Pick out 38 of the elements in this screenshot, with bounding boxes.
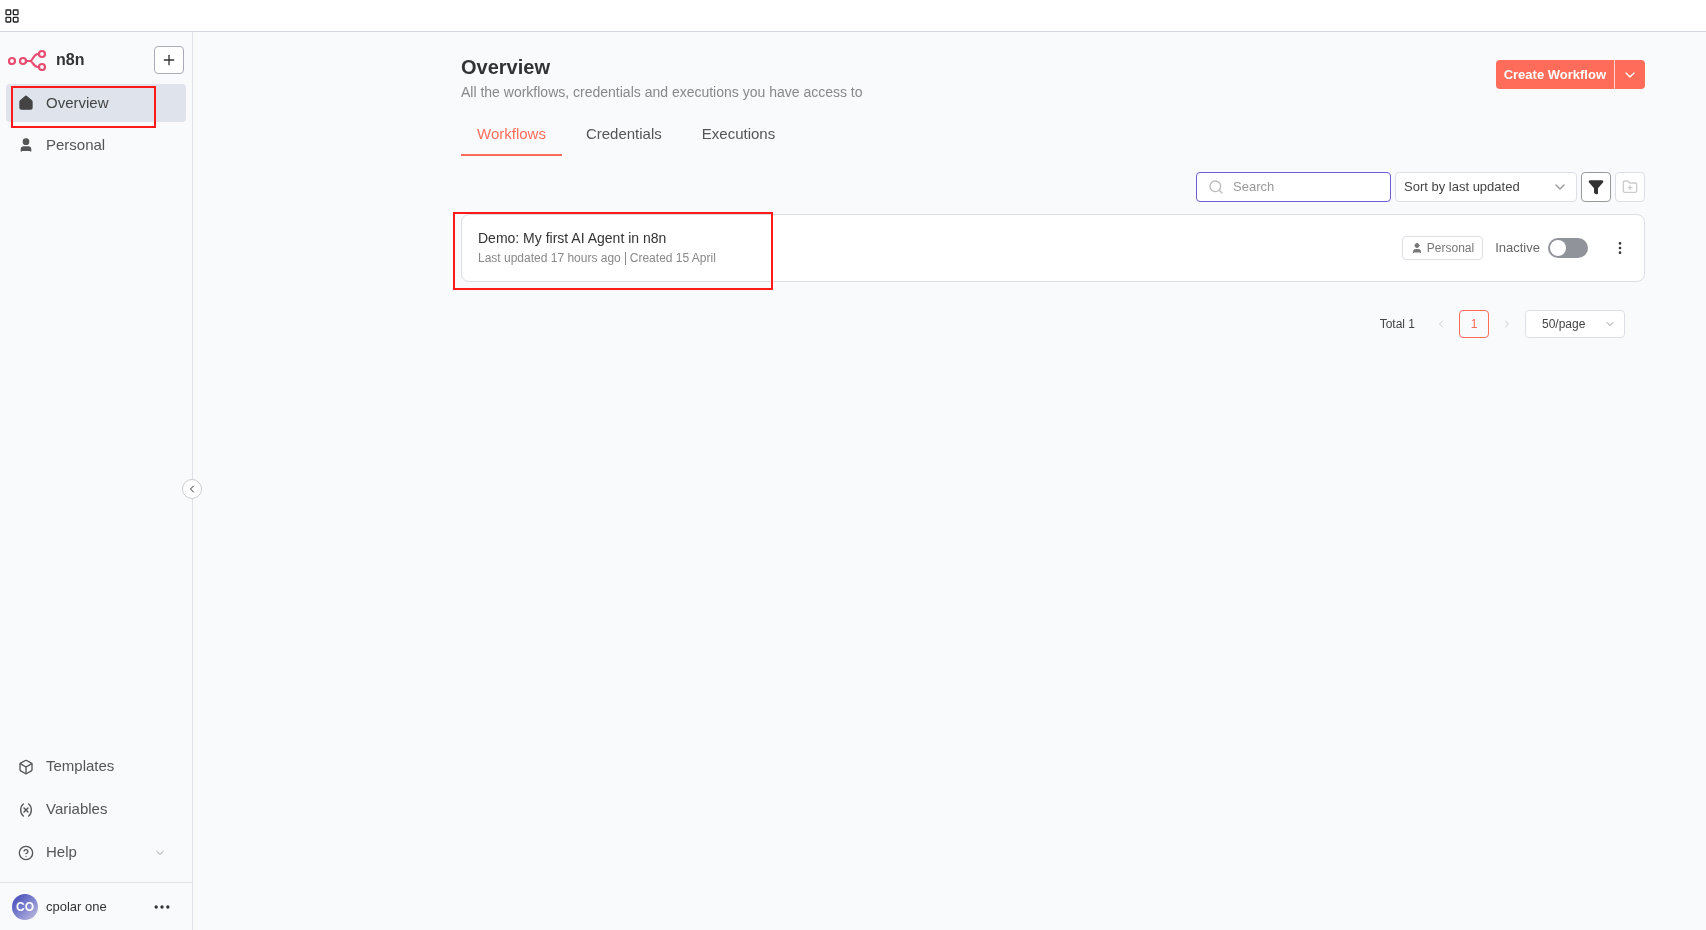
collapse-button[interactable] [182,479,202,499]
filter-button[interactable] [1581,171,1611,202]
filter-icon [1588,178,1604,195]
person-icon [1410,241,1423,254]
variable-icon [18,801,34,818]
tab[interactable]: Executions [685,119,792,156]
sidebar-item[interactable]: Help [6,831,186,874]
page-size-select[interactable]: 50/page [1525,309,1625,338]
sort-select[interactable]: Sort by last updated [1395,171,1577,202]
home-icon [18,95,34,111]
status-text: Inactive [1495,238,1540,257]
plus-icon [161,52,177,68]
sidebar-item[interactable]: Templates [6,745,186,788]
total-count: Total 1 [1379,315,1415,333]
folder-plus-icon [1622,178,1638,195]
owner-badge: Personal [1401,235,1484,260]
user-name: cpolar one [46,897,108,916]
search-field[interactable]: Search [1196,171,1391,202]
help-icon [18,844,34,861]
tab[interactable]: Credentials [569,119,678,156]
app-name: n8n [56,50,85,70]
person-icon [18,137,34,153]
sidebar-item[interactable]: Personal [6,126,186,164]
page-title: Overview [461,55,551,80]
sidebar-item[interactable]: Variables [6,788,186,831]
avatar: CO [12,893,38,920]
add-button[interactable] [154,46,184,74]
box-icon [18,758,34,775]
page-subtitle: All the workflows, credentials and executions you have access to [461,83,863,102]
workflow-name: Demo: My first AI Agent in n8n [478,229,668,248]
logo-icon [8,49,48,71]
created-text: Created 15 April [629,250,716,267]
updated-text: Last updated 17 hours ago [478,250,621,267]
workflow-card[interactable]: Demo: My first AI Agent in n8n Last updated 17 hours ago Created 15 April Personal Inactive [461,213,1645,282]
sidebar-item[interactable]: Overview [6,84,186,122]
grid-icon[interactable] [4,7,20,24]
active-toggle[interactable] [1548,237,1588,258]
search-icon [1208,178,1224,195]
